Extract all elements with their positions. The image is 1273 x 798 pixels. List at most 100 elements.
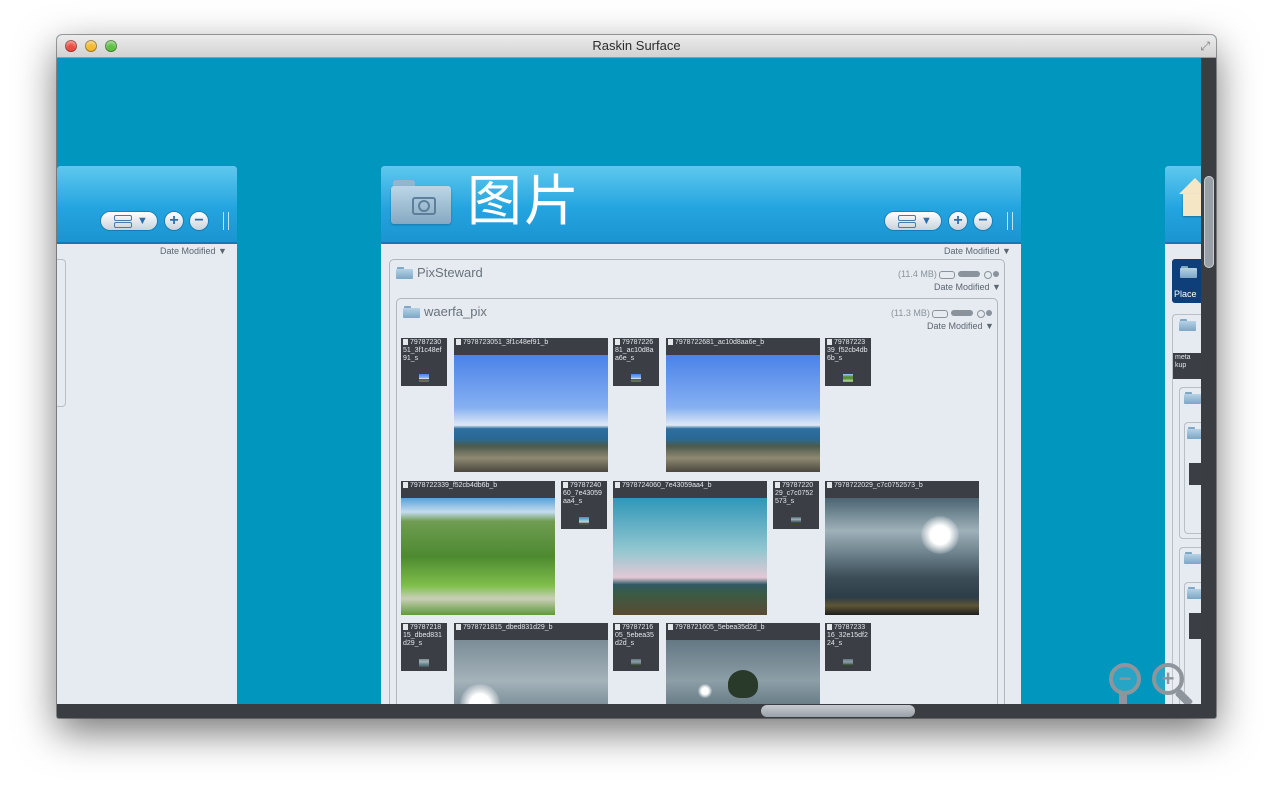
group-waerfa-pix[interactable]: waerfa_pix (11.3 MB) Date Modified ▼ 797… (396, 298, 998, 705)
thumbnail-large[interactable]: 7978721605_5ebea35d2d_b (666, 623, 820, 705)
left-panel[interactable]: ▼ + − Date Modified ▼ (57, 166, 237, 705)
add-button[interactable]: + (165, 212, 183, 230)
file-name: 7978721815_dbed831d29_b (456, 624, 606, 632)
thumbnail-small[interactable]: 7978723316_32e15df224_s (825, 623, 871, 671)
toggle-pill-icon[interactable] (939, 271, 955, 279)
left-panel-header: ▼ + − (57, 166, 237, 244)
right-panel[interactable]: Place meta kup (1165, 166, 1201, 705)
sort-dropdown[interactable]: Date Modified ▼ (934, 282, 1001, 292)
toggle-pill-icon[interactable] (932, 310, 948, 318)
size-pill-icon[interactable] (958, 271, 980, 277)
file-name: 7978723051_3f1c48ef91_s (403, 339, 445, 363)
file-name: 7978721815_dbed831d29_s (403, 624, 445, 648)
option-dot-icon[interactable] (977, 310, 985, 318)
thumbnail-small[interactable]: 7978721815_dbed831d29_s (401, 623, 447, 671)
thumbnail-small[interactable]: 7978723051_3f1c48ef91_s (401, 338, 447, 386)
group-name[interactable]: waerfa_pix (424, 304, 487, 319)
folder-icon (1187, 587, 1201, 599)
option-dot-icon[interactable] (993, 271, 999, 277)
mini-preview (579, 517, 589, 525)
thumbnail-small[interactable]: 7978721605_5ebea35d2d_s (613, 623, 659, 671)
sun-glare (921, 516, 959, 554)
window-title: Raskin Surface (592, 38, 681, 53)
option-dot-icon[interactable] (984, 271, 992, 279)
right-subgroup-2-inner (1184, 582, 1201, 705)
view-icon-lower (898, 222, 916, 228)
thumbnail-large[interactable]: 7978721815_dbed831d29_b (454, 623, 608, 705)
resize-handle[interactable] (223, 212, 229, 230)
folder-icon (1180, 266, 1197, 278)
thumbnail-large[interactable]: 7978723051_3f1c48ef91_b (454, 338, 608, 472)
remove-button[interactable]: − (974, 212, 992, 230)
surface-canvas[interactable]: ▼ + − Date Modified ▼ 图片 ▼ + − Date Modi… (57, 58, 1201, 705)
panel-title: 图片 (467, 170, 582, 232)
fullscreen-icon[interactable]: ⤢ (1200, 39, 1210, 54)
mini-preview (843, 659, 853, 667)
right-subgroup-inner (1179, 387, 1201, 539)
group-pixsteward[interactable]: PixSteward (11.4 MB) Date Modified ▼ wae… (389, 259, 1005, 705)
file-name: 7978724060_7e43059aa4_b (615, 482, 765, 490)
mini-preview (791, 517, 801, 525)
horizontal-scroll-thumb[interactable] (761, 705, 915, 717)
group-size: (11.4 MB) (898, 269, 937, 279)
option-dot-icon[interactable] (986, 310, 992, 316)
vertical-scroll-thumb[interactable] (1204, 176, 1214, 268)
sort-dropdown[interactable]: Date Modified ▼ (160, 246, 227, 256)
right-subgroup-inner2 (1184, 422, 1201, 534)
photo (666, 355, 820, 472)
photo (454, 355, 608, 472)
zoom-out-button[interactable]: − (1107, 663, 1143, 705)
mini-preview (419, 374, 429, 382)
thumbnail-small[interactable]: 7978722339_f52cb4db6b_s (825, 338, 871, 386)
photo (613, 498, 767, 615)
right-thumb[interactable] (1189, 463, 1201, 485)
home-icon (1179, 178, 1201, 194)
add-button[interactable]: + (949, 212, 967, 230)
photo (666, 640, 820, 705)
mini-preview (631, 659, 641, 667)
zoom-out-icon: − (1118, 666, 1132, 691)
remove-button[interactable]: − (190, 212, 208, 230)
right-panel-item[interactable]: Place (1172, 259, 1201, 303)
file-name: 7978722029_c7c0752573_s (775, 482, 817, 506)
vertical-scrollbar[interactable] (1201, 58, 1216, 705)
view-toggle-button[interactable]: ▼ (885, 212, 941, 230)
thumbnail-small[interactable]: 7978722029_c7c0752573_s (773, 481, 819, 529)
file-name: 7978723316_32e15df224_s (827, 624, 868, 647)
right-subgroup: meta kup (1172, 314, 1201, 705)
group-name[interactable]: PixSteward (417, 265, 483, 280)
sun-glare (698, 684, 712, 698)
thumbnail-large[interactable]: 7978724060_7e43059aa4_b (613, 481, 767, 615)
app-window: Raskin Surface ⤢ ▼ + − Date Modified ▼ 图… (57, 35, 1216, 718)
file-name: 7978723051_3f1c48ef91_b (456, 339, 606, 347)
folder-icon (1179, 319, 1196, 331)
view-icon (114, 215, 132, 221)
main-panel[interactable]: 图片 ▼ + − Date Modified ▼ PixSteward (11.… (381, 166, 1021, 705)
zoom-in-button[interactable]: + (1150, 663, 1194, 705)
file-name: 7978724060_7e43059aa4_s (563, 482, 605, 506)
sort-dropdown[interactable]: Date Modified ▼ (944, 246, 1011, 256)
photo (401, 498, 555, 615)
title-bar[interactable]: Raskin Surface ⤢ (57, 35, 1216, 58)
thumbnail-large[interactable]: 7978722681_ac10d8aa6e_b (666, 338, 820, 472)
file-name: meta kup (1175, 354, 1191, 369)
file-name: 7978722029_c7c0752573_b (827, 482, 977, 490)
size-pill-icon[interactable] (951, 310, 973, 316)
home-icon-body (1183, 194, 1201, 216)
view-toggle-button[interactable]: ▼ (101, 212, 157, 230)
thumbnail-small[interactable]: 7978722681_ac10d8aa6e_s (613, 338, 659, 386)
thumbnail-large[interactable]: 7978722029_c7c0752573_b (825, 481, 979, 615)
right-thumb[interactable] (1189, 613, 1201, 639)
thumbnail-large[interactable]: 7978722339_f52cb4db6b_b (401, 481, 555, 615)
file-name: 7978722681_ac10d8aa6e_s (615, 339, 657, 363)
picture-folder-icon (391, 180, 451, 224)
thumbnail-small[interactable]: 7978724060_7e43059aa4_s (561, 481, 607, 529)
right-thumb[interactable]: meta kup (1173, 353, 1201, 379)
mini-preview (631, 374, 641, 382)
horizontal-scrollbar[interactable] (57, 704, 1216, 718)
folder-icon (1187, 427, 1201, 439)
sort-dropdown[interactable]: Date Modified ▼ (927, 321, 994, 331)
resize-handle[interactable] (1007, 212, 1013, 230)
right-panel-header (1165, 166, 1201, 244)
group-size: (11.3 MB) (891, 308, 930, 318)
